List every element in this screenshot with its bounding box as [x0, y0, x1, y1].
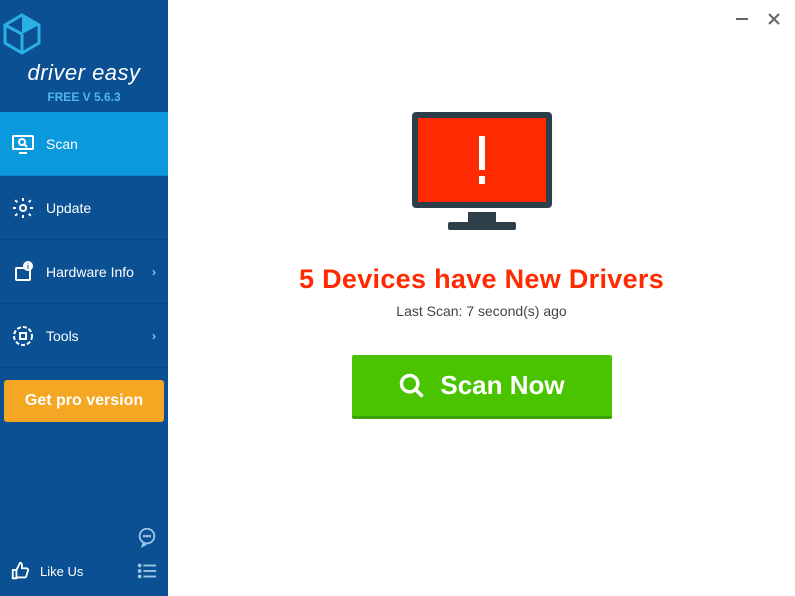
sidebar-bottom: Like Us — [0, 518, 168, 596]
main-panel: 5 Devices have New Drivers Last Scan: 7 … — [168, 0, 795, 596]
sidebar-item-hardware-info[interactable]: i Hardware Info › — [0, 240, 168, 304]
spacer — [0, 434, 168, 518]
get-pro-button[interactable]: Get pro version — [4, 380, 164, 422]
logo-area: driver easy FREE V 5.6.3 — [0, 0, 168, 112]
gear-icon — [10, 195, 36, 221]
chevron-right-icon: › — [152, 265, 156, 279]
menu-list-icon[interactable] — [136, 560, 158, 582]
like-us-label: Like Us — [40, 564, 83, 579]
sidebar-item-tools[interactable]: Tools › — [0, 304, 168, 368]
sidebar-nav: Scan Update i Hardware Info › Tools › — [0, 112, 168, 368]
sidebar-item-label: Update — [46, 200, 91, 216]
scan-now-button[interactable]: Scan Now — [352, 355, 612, 419]
minimize-button[interactable] — [733, 10, 751, 28]
alert-monitor-icon — [408, 108, 556, 236]
monitor-search-icon — [10, 131, 36, 157]
tools-icon — [10, 323, 36, 349]
window-controls — [733, 10, 783, 28]
last-scan-label: Last Scan: 7 second(s) ago — [396, 303, 566, 319]
chip-info-icon: i — [10, 259, 36, 285]
search-icon — [398, 372, 426, 400]
devices-headline: 5 Devices have New Drivers — [299, 264, 664, 295]
brand-name: driver easy — [0, 60, 168, 86]
like-us-button[interactable]: Like Us — [10, 560, 83, 582]
sidebar-item-label: Tools — [46, 328, 79, 344]
svg-text:i: i — [27, 264, 29, 271]
sidebar: driver easy FREE V 5.6.3 Scan Update i H… — [0, 0, 168, 596]
chevron-right-icon: › — [152, 329, 156, 343]
version-label: FREE V 5.6.3 — [0, 90, 168, 104]
sidebar-extra-icons — [136, 526, 158, 582]
sidebar-item-update[interactable]: Update — [0, 176, 168, 240]
close-button[interactable] — [765, 10, 783, 28]
sidebar-item-scan[interactable]: Scan — [0, 112, 168, 176]
logo-icon — [0, 12, 168, 56]
sidebar-item-label: Scan — [46, 136, 78, 152]
scan-now-label: Scan Now — [440, 370, 564, 401]
feedback-icon[interactable] — [136, 526, 158, 548]
thumbs-up-icon — [10, 560, 32, 582]
sidebar-item-label: Hardware Info — [46, 264, 134, 280]
